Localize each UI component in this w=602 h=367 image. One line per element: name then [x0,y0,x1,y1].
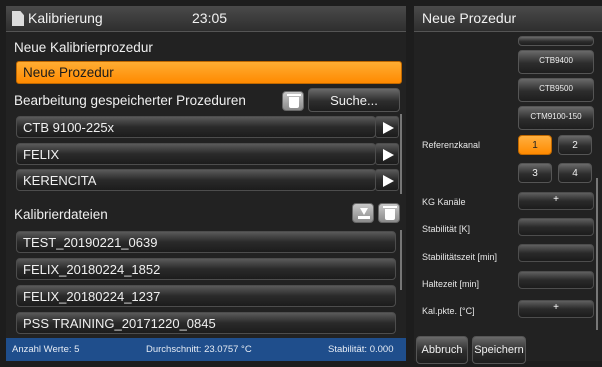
device-button[interactable]: CTB9400 [518,50,594,74]
new-procedure-label: Neue Prozedur [23,65,114,80]
clock-time: 23:05 [192,10,228,26]
calibration-files-section-label: Kalibrierdateien [14,207,108,222]
play-icon[interactable] [375,169,399,191]
device-button[interactable]: CTB9500 [518,78,594,102]
new-procedure-button[interactable]: Neue Prozedur [16,61,402,84]
edit-procedures-section-label: Bearbeitung gespeicherter Prozeduren [14,93,246,108]
device-label: CTB9400 [539,56,573,65]
reference-channel-label: Referenzkanal [422,140,481,150]
settings-scrollbar[interactable] [596,178,598,330]
device-label: CTB9500 [539,84,573,93]
delete-file-button[interactable] [378,203,400,223]
cal-points-button[interactable]: + [518,300,594,318]
download-icon [358,208,370,220]
play-icon[interactable] [375,116,399,138]
status-bar: Anzahl Werte: 5 Durchschnitt: 23.0757 °C… [6,338,406,361]
file-name: FELIX_20180224_1237 [23,289,161,304]
average-value: Durchschnitt: 23.0757 °C [146,344,252,355]
channel-label: 1 [532,140,538,151]
file-name: PSS TRAINING_20171220_0845 [23,316,216,331]
cancel-button[interactable]: Abbruch [416,336,468,364]
hold-time-field[interactable] [518,271,594,289]
new-procedure-panel: Neue Prozedur CTB9400 CTB9500 CTM9100-15… [414,6,602,364]
file-name: FELIX_20180224_1852 [23,262,161,277]
device-button[interactable] [518,36,594,46]
channel-button-4[interactable]: 4 [558,163,592,183]
save-button[interactable]: Speichern [472,336,526,364]
procedures-scrollbar[interactable] [400,114,402,194]
save-label: Speichern [474,344,524,356]
channel-label: 3 [532,168,538,179]
calibration-panel: Kalibrierung 23:05 Neue Kalibrierprozedu… [6,6,406,361]
search-button-label: Suche... [330,93,378,108]
search-button[interactable]: Suche... [308,88,400,112]
file-name: TEST_20190221_0639 [23,235,158,250]
panel-title: Kalibrierung [28,10,103,26]
channel-button-2[interactable]: 2 [558,135,592,155]
procedure-row[interactable]: CTB 9100-225x [16,116,376,138]
trash-icon [383,206,397,220]
stability-label: Stabilität [K] [422,224,471,234]
trash-icon [287,94,301,108]
cal-points-label: Kal.pkte. [°C] [422,306,475,316]
document-icon [12,11,24,26]
channel-label: 2 [572,140,578,151]
cancel-label: Abbruch [421,344,463,356]
kg-channels-button[interactable]: + [518,192,594,210]
add-icon: + [553,194,559,205]
files-scrollbar[interactable] [400,230,402,290]
procedure-name: KERENCITA [23,173,97,188]
new-procedure-section-label: Neue Kalibrierprozedur [14,40,153,55]
stability-time-label: Stabilitätszeit [min] [422,252,498,262]
hold-time-label: Haltezeit [min] [422,279,480,289]
calibration-screen: Kalibrierung 23:05 Neue Kalibrierprozedu… [0,0,602,367]
procedure-row[interactable]: FELIX [16,143,376,165]
add-icon: + [553,302,559,313]
calibration-titlebar: Kalibrierung 23:05 [6,6,406,32]
procedure-name: CTB 9100-225x [23,120,115,135]
device-button[interactable]: CTM9100-150 [518,106,594,130]
new-procedure-titlebar: Neue Prozedur [414,6,602,32]
kg-channels-label: KG Kanäle [422,197,466,207]
procedure-name: FELIX [23,147,60,162]
download-file-button[interactable] [352,203,374,223]
channel-button-1[interactable]: 1 [518,135,552,155]
stability-time-field[interactable] [518,244,594,262]
stability-field[interactable] [518,218,594,236]
procedure-row[interactable]: KERENCITA [16,169,376,191]
new-procedure-title: Neue Prozedur [422,10,517,26]
file-row[interactable]: TEST_20190221_0639 [16,231,396,253]
file-row[interactable]: FELIX_20180224_1237 [16,285,396,307]
device-label: CTM9100-150 [530,112,582,121]
stability-value: Stabilität: 0.000 [328,344,394,355]
delete-procedure-button[interactable] [282,91,304,111]
channel-button-3[interactable]: 3 [518,163,552,183]
play-icon[interactable] [375,143,399,165]
file-row[interactable]: FELIX_20180224_1852 [16,258,396,280]
file-row[interactable]: PSS TRAINING_20171220_0845 [16,312,396,334]
channel-label: 4 [572,168,578,179]
value-count: Anzahl Werte: 5 [12,344,80,355]
